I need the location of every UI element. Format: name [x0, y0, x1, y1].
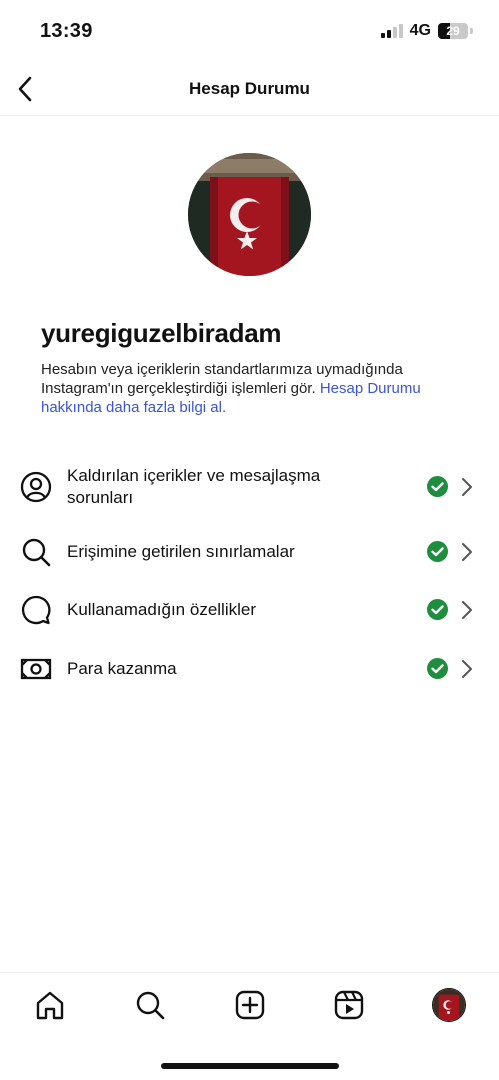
list-item-removed-content[interactable]: Kaldırılan içerikler ve mesajlaşma sorun…: [0, 463, 499, 511]
reels-icon: [334, 990, 364, 1020]
chevron-right-icon: [462, 478, 472, 496]
list-item-restrictions[interactable]: Erişimine getirilen sınırlamalar: [0, 535, 499, 569]
list-item-unavailable-features[interactable]: Kullanamadığın özellikler: [0, 593, 499, 627]
turkish-flag-avatar: [433, 989, 465, 1021]
search-icon: [20, 536, 52, 568]
user-circle-icon: [20, 471, 52, 503]
list-item-label: Erişimine getirilen sınırlamalar: [67, 542, 295, 561]
turkish-flag-avatar: [188, 153, 311, 276]
battery-nub: [470, 28, 473, 34]
network-type: 4G: [409, 22, 431, 39]
battery-percent: 29: [446, 24, 460, 38]
create-plus-icon: [235, 990, 265, 1020]
chevron-right-icon: [462, 660, 472, 678]
status-bar: 13:39 4G 29: [0, 0, 499, 62]
check-circle-icon: [427, 541, 448, 562]
check-circle-icon: [427, 599, 448, 620]
chevron-right-icon: [462, 543, 472, 561]
nav-home[interactable]: [33, 988, 67, 1022]
chevron-right-icon: [462, 601, 472, 619]
nav-search[interactable]: [133, 988, 167, 1022]
list-item-monetization[interactable]: Para kazanma: [0, 652, 499, 686]
home-indicator: [161, 1063, 339, 1069]
money-icon: [20, 653, 52, 685]
check-circle-icon: [427, 476, 448, 497]
chat-bubble-icon: [20, 594, 52, 626]
username: yuregiguzelbiradam: [41, 318, 282, 348]
nav-create[interactable]: [233, 988, 267, 1022]
status-indicators: 4G 29: [380, 22, 473, 40]
profile-avatar: [188, 153, 311, 276]
cellular-signal-icon: [380, 24, 403, 38]
list-item-label: Kullanamadığın özellikler: [67, 600, 256, 619]
account-status-description: Hesabın veya içeriklerin standartlarımız…: [41, 360, 471, 417]
nav-reels[interactable]: [332, 988, 366, 1022]
status-time: 13:39: [40, 20, 93, 42]
nav-profile-avatar[interactable]: [432, 988, 466, 1022]
page-title: Hesap Durumu: [189, 79, 310, 98]
home-icon: [36, 991, 64, 1020]
list-item-label: Kaldırılan içerikler ve mesajlaşma sorun…: [67, 466, 321, 507]
bottom-nav: [0, 972, 499, 1037]
search-icon: [136, 991, 165, 1020]
check-circle-icon: [427, 658, 448, 679]
header-bar: Hesap Durumu: [0, 62, 499, 116]
list-item-label: Para kazanma: [67, 659, 177, 678]
battery-icon: 29: [438, 23, 468, 39]
